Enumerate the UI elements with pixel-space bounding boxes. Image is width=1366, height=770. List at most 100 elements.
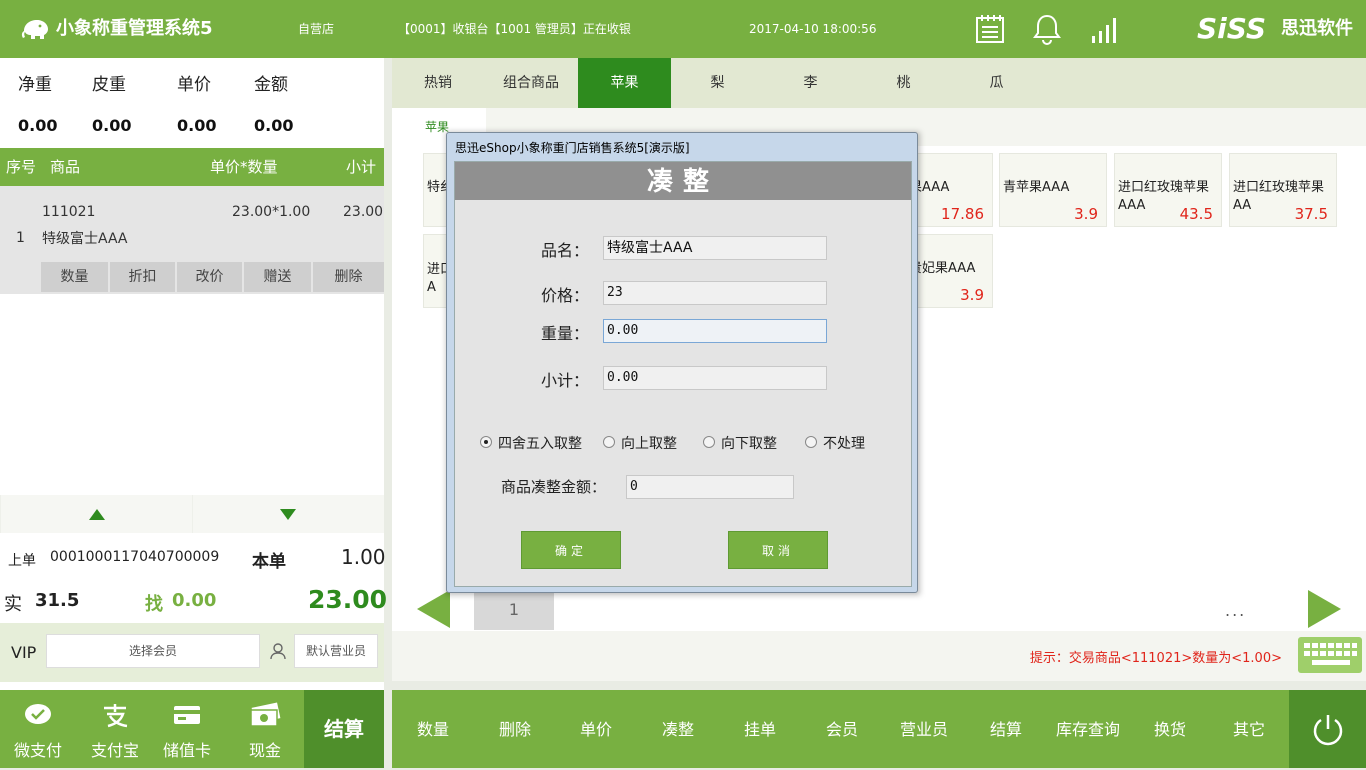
net-weight-label: 净重: [18, 75, 52, 95]
toolbar-round-button[interactable]: 凑整: [637, 690, 719, 768]
toolbar-delete-button[interactable]: 删除: [474, 690, 556, 768]
col-price-qty: 单价*数量: [210, 158, 278, 176]
round-down-label[interactable]: 向下取整: [721, 433, 777, 453]
category-tab-pear[interactable]: 梨: [671, 58, 764, 108]
cash-label: 现金: [248, 741, 281, 760]
clerk-select-input[interactable]: 默认营业员: [294, 634, 378, 668]
name-label: 品名：: [541, 241, 590, 260]
product-price: 43.5: [1179, 205, 1213, 223]
user-icon: [270, 643, 286, 660]
member-select-input[interactable]: 选择会员: [46, 634, 260, 668]
wechat-pay-button[interactable]: 微支付: [0, 690, 76, 768]
toolbar-qty-button[interactable]: 数量: [392, 690, 474, 768]
col-subtotal: 小计: [346, 158, 377, 176]
net-weight-value: 0.00: [18, 116, 58, 135]
name-field[interactable]: 特级富士AAA: [603, 236, 827, 260]
dialog-body: 凑整 品名： 特级富士AAA 价格： 23 重量： 0.00 小计： 0.00 …: [454, 161, 912, 587]
scroll-up-button[interactable]: [1, 495, 192, 533]
round-amount-field[interactable]: 0: [626, 475, 794, 499]
top-bar: 小象称重管理系统5 自营店 【0001】收银台【1001 管理员】正在收银 20…: [0, 0, 1366, 58]
brand-logo: SiSS: [1197, 12, 1267, 45]
delete-action-button[interactable]: 删除: [313, 262, 384, 292]
toolbar-clerk-button[interactable]: 营业员: [883, 690, 965, 768]
cash-button[interactable]: 现金: [228, 690, 302, 768]
settle-button[interactable]: 结算: [304, 690, 384, 768]
page-number[interactable]: 1: [474, 590, 554, 630]
scroll-arrows: [0, 495, 384, 533]
prev-page-icon[interactable]: [417, 590, 450, 628]
alipay-button[interactable]: 支付宝: [76, 690, 154, 768]
no-rounding-label[interactable]: 不处理: [823, 433, 865, 453]
table-row[interactable]: 111021 23.00*1.00 23.00 特级富士AAA 1 数量 折扣 …: [0, 186, 384, 294]
table-header: 序号 商品 单价*数量 小计: [0, 148, 384, 186]
hint-message: 提示：交易商品<111021>数量为<1.00>: [1029, 651, 1282, 666]
power-button[interactable]: [1289, 690, 1366, 768]
keyboard-icon[interactable]: [1298, 637, 1362, 673]
round-half-label[interactable]: 四舍五入取整: [498, 433, 582, 453]
power-icon: [1313, 715, 1343, 746]
function-toolbar: 数量 删除 单价 凑整 挂单 会员 营业员 结算 库存查询 换货 其它: [392, 690, 1366, 768]
dialog-window-title: 思迅eShop小象称重门店销售系统5[演示版]: [455, 141, 690, 155]
rounding-dialog: 思迅eShop小象称重门店销售系统5[演示版] 凑整 品名： 特级富士AAA 价…: [446, 132, 918, 593]
row-code: 111021: [42, 204, 96, 220]
subtotal-field[interactable]: 0.00: [603, 366, 827, 390]
cancel-button[interactable]: 取消: [728, 531, 828, 569]
discount-action-button[interactable]: 折扣: [110, 262, 177, 292]
vip-row: VIP 选择会员 默认营业员: [0, 623, 384, 682]
stored-card-button[interactable]: 储值卡: [154, 690, 220, 768]
gift-action-button[interactable]: 赠送: [244, 262, 313, 292]
change-value: 0.00: [172, 590, 217, 611]
bell-icon[interactable]: [1033, 13, 1061, 45]
weight-label: 重量：: [541, 324, 590, 343]
round-up-radio[interactable]: [603, 436, 615, 448]
toolbar-exchange-button[interactable]: 换货: [1129, 690, 1211, 768]
wechat-pay-icon: [25, 704, 51, 724]
qty-action-button[interactable]: 数量: [41, 262, 110, 292]
category-tab-peach[interactable]: 桃: [857, 58, 950, 108]
product-card[interactable]: 贵妃果AAA 3.9: [909, 234, 993, 308]
toolbar-member-button[interactable]: 会员: [801, 690, 883, 768]
change-price-action-button[interactable]: 改价: [177, 262, 244, 292]
toolbar-stock-button[interactable]: 库存查询: [1047, 690, 1129, 768]
product-card[interactable]: 进口红玫瑰苹果AA 37.5: [1229, 153, 1337, 227]
product-price: 3.9: [960, 286, 984, 304]
change-label: 找: [145, 594, 163, 615]
toolbar-hold-button[interactable]: 挂单: [719, 690, 801, 768]
product-price: 17.86: [941, 205, 984, 223]
ok-button[interactable]: 确定: [521, 531, 621, 569]
category-tab-combo[interactable]: 组合商品: [484, 58, 578, 108]
product-card[interactable]: 果AAA 17.86: [909, 153, 993, 227]
product-card[interactable]: 进口红玫瑰苹果AAA 43.5: [1114, 153, 1222, 227]
round-up-label[interactable]: 向上取整: [621, 433, 677, 453]
product-card[interactable]: 青苹果AAA 3.9: [999, 153, 1107, 227]
category-tab-hot[interactable]: 热销: [392, 58, 484, 108]
category-tab-melon[interactable]: 瓜: [950, 58, 1043, 108]
weight-field[interactable]: 0.00: [603, 319, 827, 343]
category-tab-apple[interactable]: 苹果: [578, 58, 671, 108]
unit-price-label: 单价: [177, 75, 211, 95]
col-product: 商品: [50, 158, 81, 176]
stored-card-icon: [174, 706, 200, 724]
unit-price-value: 0.00: [177, 116, 217, 135]
datetime: 2017-04-10 18:00:56: [749, 22, 877, 36]
toolbar-settle-button[interactable]: 结算: [965, 690, 1047, 768]
tare-value: 0.00: [92, 116, 132, 135]
round-down-radio[interactable]: [703, 436, 715, 448]
app-title: 小象称重管理系统5: [56, 18, 213, 39]
cash-icon: [250, 702, 281, 727]
product-price: 37.5: [1294, 205, 1328, 223]
wechat-pay-label: 微支付: [13, 741, 62, 760]
next-page-icon[interactable]: [1308, 590, 1341, 628]
round-half-radio[interactable]: [480, 436, 492, 448]
signal-icon: [1092, 18, 1116, 43]
toolbar-other-button[interactable]: 其它: [1208, 690, 1290, 768]
elephant-logo-icon: [21, 20, 48, 39]
scroll-down-button[interactable]: [193, 495, 384, 533]
category-tab-plum[interactable]: 李: [764, 58, 857, 108]
no-rounding-radio[interactable]: [805, 436, 817, 448]
this-order-value: 1.00: [341, 545, 386, 569]
price-field[interactable]: 23: [603, 281, 827, 305]
notepad-icon[interactable]: [975, 14, 1005, 44]
this-order-label: 本单: [252, 552, 286, 572]
toolbar-price-button[interactable]: 单价: [555, 690, 637, 768]
